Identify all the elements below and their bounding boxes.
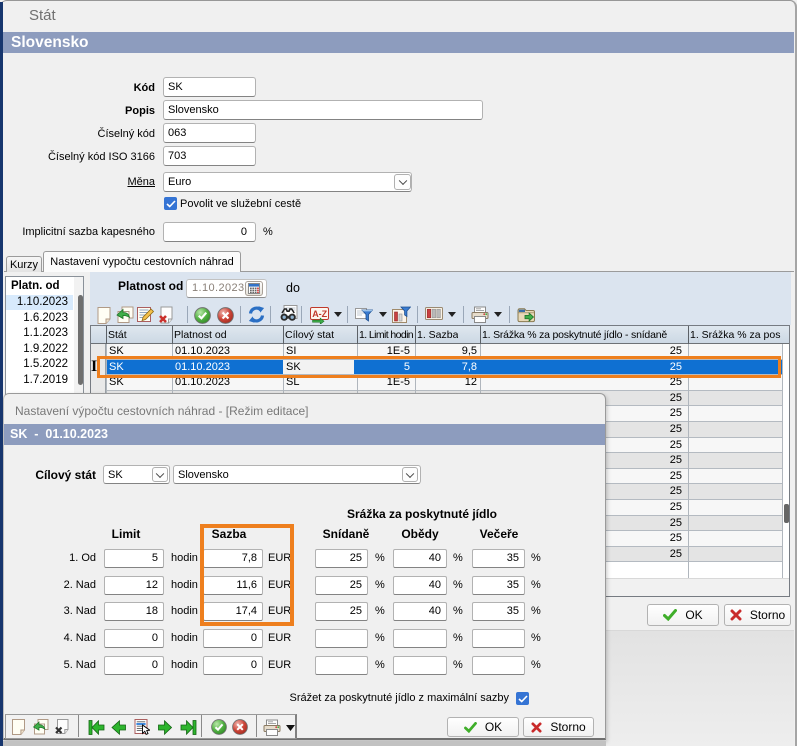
svg-text:A-Z: A-Z [312,309,327,319]
